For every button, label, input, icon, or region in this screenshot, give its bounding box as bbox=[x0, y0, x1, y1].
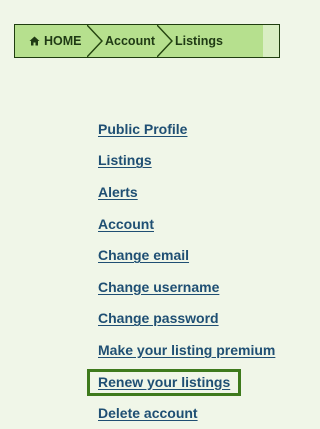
breadcrumb: HOME Account Listings bbox=[14, 24, 280, 58]
menu-link-make-listing-premium[interactable]: Make your listing premium bbox=[98, 342, 275, 358]
breadcrumb-account-label: Account bbox=[105, 34, 155, 48]
breadcrumb-listings-label: Listings bbox=[175, 34, 223, 48]
menu-item-delete-account: Delete account bbox=[98, 397, 275, 429]
menu-item-alerts: Alerts bbox=[98, 176, 275, 208]
breadcrumb-separator bbox=[86, 24, 103, 58]
menu-item-account: Account bbox=[98, 208, 275, 240]
home-icon bbox=[29, 36, 40, 46]
breadcrumb-home[interactable]: HOME bbox=[15, 24, 103, 58]
breadcrumb-home-label: HOME bbox=[44, 34, 82, 48]
menu-link-listings[interactable]: Listings bbox=[98, 152, 152, 168]
menu-link-delete-account[interactable]: Delete account bbox=[98, 405, 198, 421]
menu-link-change-password[interactable]: Change password bbox=[98, 310, 219, 326]
menu-item-change-username: Change username bbox=[98, 271, 275, 303]
menu-link-account[interactable]: Account bbox=[98, 216, 154, 232]
menu-item-public-profile: Public Profile bbox=[98, 113, 275, 145]
menu-item-change-email: Change email bbox=[98, 239, 275, 271]
menu-item-make-listing-premium: Make your listing premium bbox=[98, 334, 275, 366]
menu-item-renew-listings: Renew your listings bbox=[87, 366, 275, 398]
menu-link-public-profile[interactable]: Public Profile bbox=[98, 121, 187, 137]
menu-link-change-email[interactable]: Change email bbox=[98, 247, 189, 263]
menu-link-renew-listings[interactable]: Renew your listings bbox=[98, 374, 230, 390]
menu-link-alerts[interactable]: Alerts bbox=[98, 184, 138, 200]
breadcrumb-separator bbox=[156, 24, 173, 58]
account-menu: Public Profile Listings Alerts Account C… bbox=[87, 113, 275, 429]
menu-item-change-password: Change password bbox=[98, 303, 275, 335]
menu-link-change-username[interactable]: Change username bbox=[98, 279, 219, 295]
menu-item-listings: Listings bbox=[98, 145, 275, 177]
